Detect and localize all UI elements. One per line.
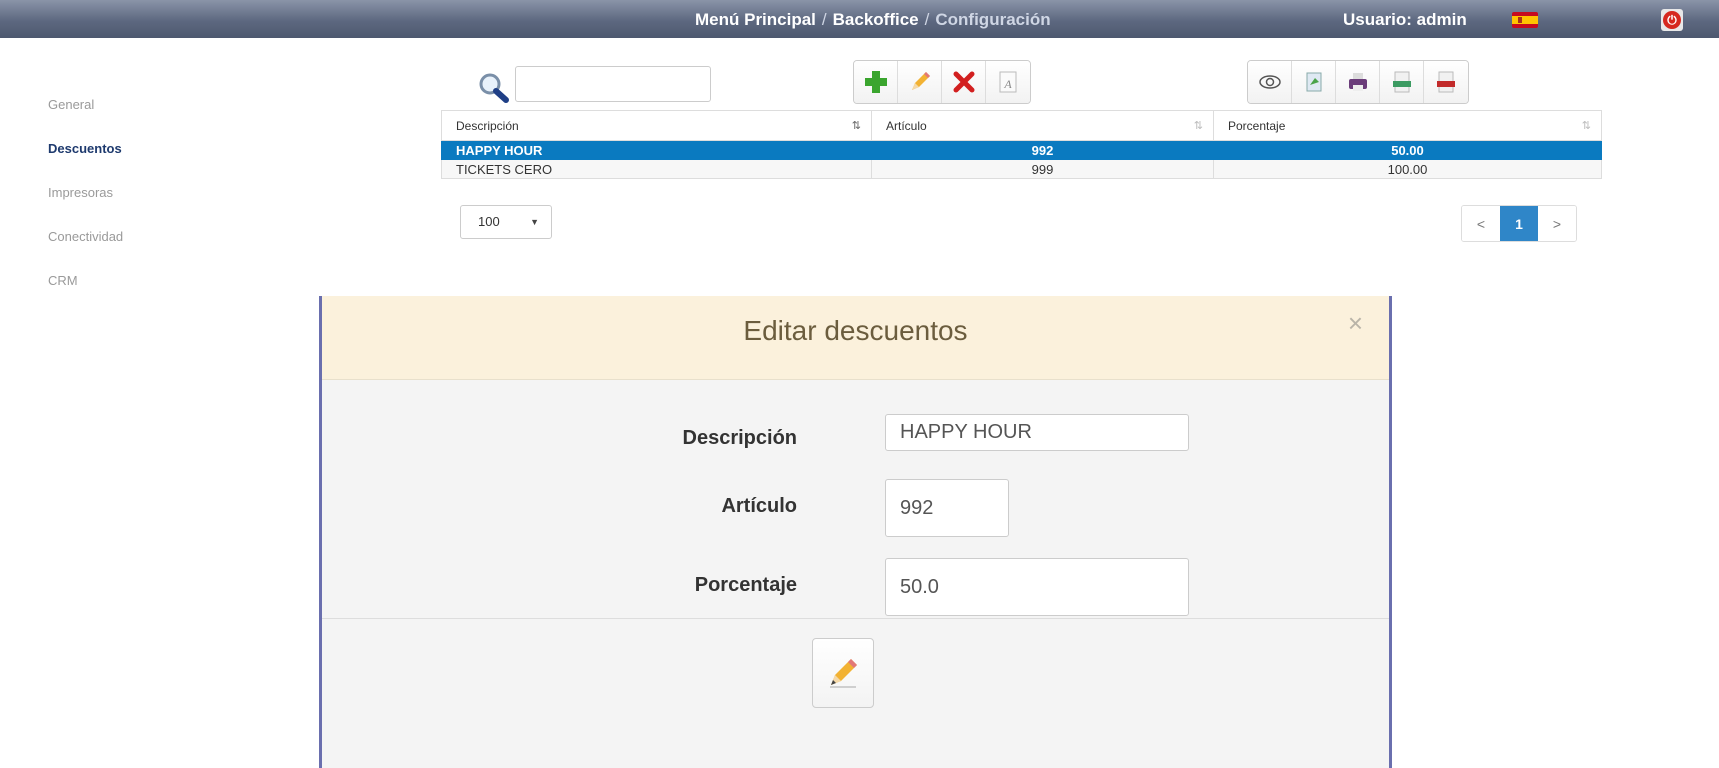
add-icon [864, 71, 887, 93]
delete-icon [953, 71, 974, 93]
add-button[interactable] [854, 61, 898, 103]
sidebar: General Descuentos Impresoras Conectivid… [48, 98, 123, 318]
modal-title: Editar descuentos [743, 315, 968, 346]
font-button[interactable]: A [986, 61, 1030, 103]
column-header-descripcion[interactable]: Descripción ⇅ [441, 110, 872, 141]
breadcrumb-configuracion: Configuración [935, 10, 1051, 29]
pdf-icon [1437, 71, 1455, 93]
porcentaje-label: Porcentaje [694, 574, 797, 596]
sidebar-item-descuentos[interactable]: Descuentos [48, 142, 123, 186]
breadcrumb-main-menu[interactable]: Menú Principal [695, 10, 816, 29]
page-size-select[interactable]: 100 ▼ [460, 205, 552, 239]
discounts-table: Descripción ⇅ Artículo ⇅ Porcentaje ⇅ HAPPY… [441, 110, 1602, 179]
top-navigation-bar: Menú Principal / Backoffice / Configuración … [0, 0, 1719, 38]
pagination: < 1 > [1461, 205, 1577, 242]
cell-descripcion: TICKETS CERO [441, 159, 872, 179]
view-eye-icon [1258, 75, 1281, 89]
breadcrumb-backoffice[interactable]: Backoffice [833, 10, 919, 29]
cell-descripcion: HAPPY HOUR [441, 140, 872, 160]
view-button[interactable] [1248, 61, 1292, 103]
page-size-value: 100 [478, 214, 500, 229]
edit-button[interactable] [898, 61, 942, 103]
close-icon[interactable]: × [1348, 308, 1363, 339]
search-input[interactable] [515, 66, 711, 102]
articulo-input[interactable] [885, 479, 1009, 537]
csv-button[interactable] [1380, 61, 1424, 103]
export-icon [1306, 72, 1321, 92]
spain-flag-icon[interactable] [1512, 12, 1538, 28]
column-header-porcentaje[interactable]: Porcentaje ⇅ [1213, 110, 1602, 141]
modal-header: Editar descuentos × [322, 296, 1389, 380]
pdf-button[interactable] [1424, 61, 1468, 103]
sidebar-item-impresoras[interactable]: Impresoras [48, 186, 123, 230]
power-icon: ⏻ [1663, 11, 1681, 29]
edit-pencil-icon [830, 659, 857, 688]
edit-pencil-icon [911, 72, 930, 90]
pagination-next[interactable]: > [1538, 206, 1576, 241]
cell-articulo: 999 [871, 159, 1214, 179]
descripcion-label: Descripción [682, 427, 797, 449]
edit-discount-modal: Editar descuentos × Descripción Artículo… [319, 296, 1392, 768]
table-row[interactable]: HAPPY HOUR 992 50.00 [441, 140, 1602, 160]
sort-icon: ⇅ [1581, 120, 1591, 132]
sort-icon: ⇅ [1193, 120, 1203, 132]
sidebar-item-conectividad[interactable]: Conectividad [48, 230, 123, 274]
chevron-down-icon: ▼ [530, 217, 539, 227]
pagination-prev[interactable]: < [1462, 206, 1500, 241]
logout-button[interactable]: ⏻ [1661, 9, 1683, 31]
descripcion-input[interactable] [885, 414, 1189, 451]
modal-divider [322, 618, 1389, 619]
search-icon[interactable] [476, 70, 510, 104]
export-button[interactable] [1292, 61, 1336, 103]
breadcrumb-separator: / [924, 10, 930, 29]
column-header-articulo[interactable]: Artículo ⇅ [871, 110, 1214, 141]
sidebar-item-general[interactable]: General [48, 98, 123, 142]
svg-text:A: A [1003, 77, 1012, 91]
articulo-label: Artículo [721, 495, 797, 517]
csv-icon [1392, 71, 1411, 93]
save-edit-button[interactable] [812, 638, 874, 708]
edit-toolbar: A [853, 60, 1031, 104]
porcentaje-input[interactable] [885, 558, 1189, 616]
export-toolbar [1247, 60, 1469, 104]
breadcrumb-separator: / [821, 10, 827, 29]
delete-button[interactable] [942, 61, 986, 103]
table-row[interactable]: TICKETS CERO 999 100.00 [441, 159, 1602, 179]
cell-articulo: 992 [871, 140, 1214, 160]
breadcrumb: Menú Principal / Backoffice / Configuración [695, 10, 1051, 30]
print-button[interactable] [1336, 61, 1380, 103]
cell-porcentaje: 50.00 [1213, 140, 1602, 160]
app-window: Menú Principal / Backoffice / Configuración … [0, 0, 1719, 768]
sidebar-item-crm[interactable]: CRM [48, 274, 123, 318]
sort-icon: ⇅ [851, 120, 861, 132]
font-icon: A [999, 71, 1017, 93]
print-icon [1348, 73, 1367, 91]
table-header-row: Descripción ⇅ Artículo ⇅ Porcentaje ⇅ [441, 110, 1602, 141]
pagination-page-1[interactable]: 1 [1500, 206, 1538, 241]
user-label: Usuario: admin [1343, 10, 1467, 29]
cell-porcentaje: 100.00 [1213, 159, 1602, 179]
